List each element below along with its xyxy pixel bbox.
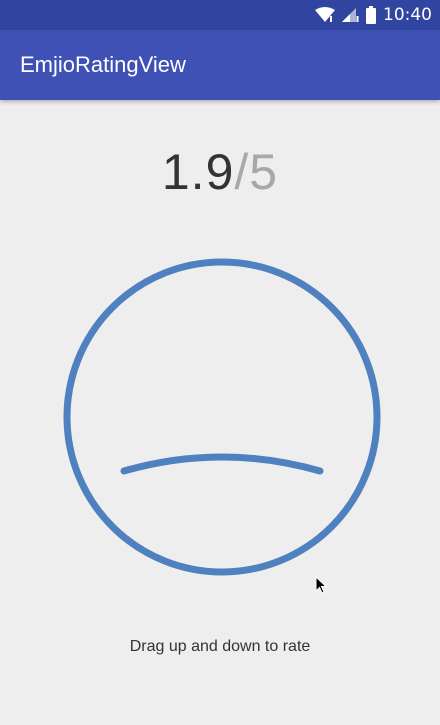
wifi-icon bbox=[315, 7, 335, 22]
instruction-text: Drag up and down to rate bbox=[129, 638, 311, 655]
rating-separator: / bbox=[234, 144, 250, 200]
mouse-cursor-icon bbox=[315, 576, 327, 594]
face-outline bbox=[63, 258, 381, 576]
face-mouth bbox=[120, 453, 324, 475]
status-icons bbox=[315, 6, 377, 24]
battery-icon bbox=[366, 6, 376, 24]
status-bar: 10:40 bbox=[0, 0, 440, 30]
rating-value: 1.9 bbox=[161, 144, 235, 200]
app-bar: EmjioRatingView bbox=[0, 30, 440, 100]
status-time: 10:40 bbox=[383, 5, 432, 25]
signal-icon bbox=[342, 8, 359, 22]
app-title: EmjioRatingView bbox=[20, 52, 186, 77]
rating-max: 5 bbox=[249, 144, 279, 200]
rating-display: 1.9/5 bbox=[0, 143, 440, 201]
emoji-rating-face[interactable] bbox=[62, 256, 382, 578]
